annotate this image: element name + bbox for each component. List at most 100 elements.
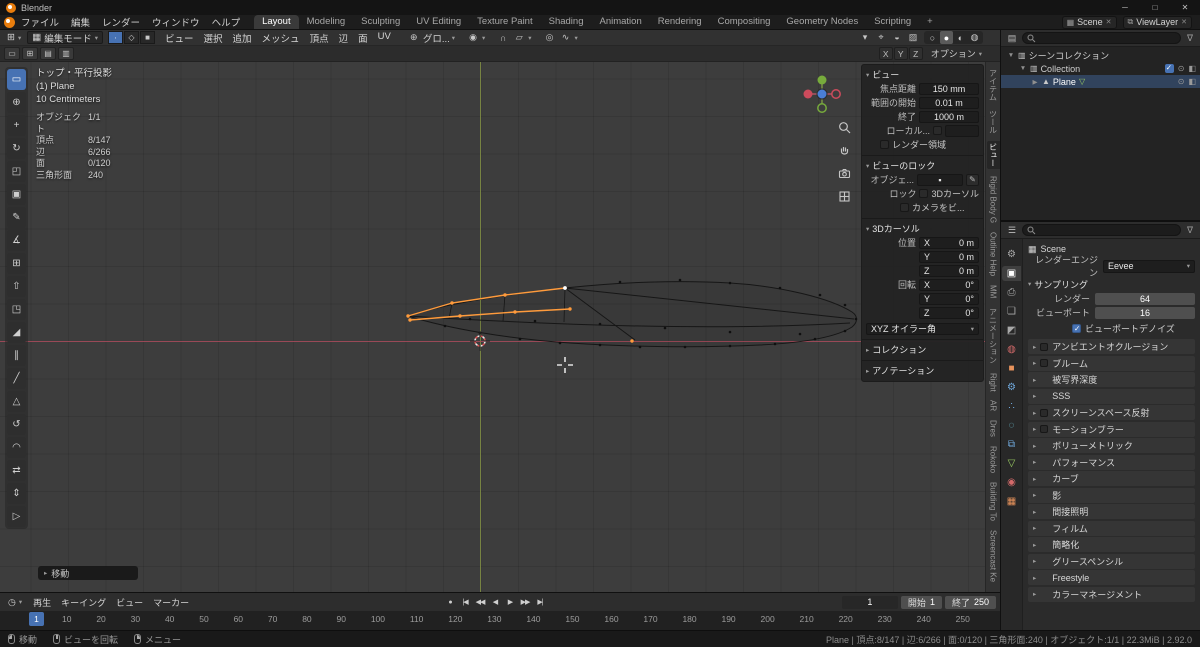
jump-to-end-button[interactable]: ▶| xyxy=(533,596,547,609)
filter-icon[interactable]: ∇ xyxy=(1184,33,1196,44)
face-select-mode[interactable]: ■ xyxy=(140,31,155,44)
proportional-edit-icon[interactable]: ◎ xyxy=(543,32,557,43)
disclosure-icon[interactable]: ▶ xyxy=(1031,78,1039,86)
sidebar-tab[interactable]: ツール xyxy=(987,108,1000,136)
extrude-tool[interactable]: ⇧ xyxy=(7,276,26,297)
outliner-row[interactable]: ▼ ▥ シーンコレクション ⊙ ◧ xyxy=(1001,49,1200,62)
disclosure-icon[interactable]: ▼ xyxy=(1007,52,1015,59)
snap-option[interactable]: ▤ xyxy=(40,47,56,60)
scene-tab[interactable]: ◩ xyxy=(1002,323,1021,338)
prev-keyframe-button[interactable]: ◀◀ xyxy=(473,596,487,609)
rotate-tool[interactable]: ↻ xyxy=(7,138,26,159)
cursor-x-field[interactable]: X0 m xyxy=(919,236,979,249)
properties-search-input[interactable] xyxy=(1022,224,1181,236)
collapsed-property-section[interactable]: ▸ カラーマネージメント xyxy=(1028,586,1195,602)
knife-tool[interactable]: ╱ xyxy=(7,368,26,389)
sidebar-tab[interactable]: AR xyxy=(988,398,999,413)
output-tab[interactable]: ⎙ xyxy=(1002,285,1021,300)
collapsed-property-section[interactable]: ▸ カーブ xyxy=(1028,471,1195,486)
viewport-menu-item[interactable]: 追加 xyxy=(228,31,257,45)
workspace-tab[interactable]: Animation xyxy=(591,15,649,29)
falloff-icon[interactable]: ∿ xyxy=(559,32,573,43)
collapsed-property-section[interactable]: ▸ アンビエントオクルージョン xyxy=(1028,339,1195,354)
workspace-tab[interactable]: Compositing xyxy=(710,15,779,29)
collapsed-property-section[interactable]: ▸ 間接照明 xyxy=(1028,504,1195,519)
sidebar-tab[interactable]: ビュー xyxy=(986,141,1000,169)
workspace-tab[interactable]: Scripting xyxy=(866,15,919,29)
rip-region-tool[interactable]: ▷ xyxy=(7,506,26,527)
view-layer-unlink-icon[interactable]: ✕ xyxy=(1181,18,1187,26)
modifiers-tab[interactable]: ⚙ xyxy=(1002,380,1021,395)
collapsed-property-section[interactable]: ▸ 影 xyxy=(1028,487,1195,503)
operator-panel[interactable]: ▸ 移動 xyxy=(38,566,138,580)
spin-tool[interactable]: ↺ xyxy=(7,414,26,435)
sidebar-tab[interactable]: アイテム xyxy=(987,67,1000,103)
bevel-tool[interactable]: ◢ xyxy=(7,322,26,343)
edge-slide-tool[interactable]: ⇄ xyxy=(7,460,26,481)
next-keyframe-button[interactable]: ▶▶ xyxy=(518,596,532,609)
menu-item[interactable]: ウィンドウ xyxy=(146,15,206,29)
local-camera-checkbox[interactable] xyxy=(933,126,942,135)
viewport-menu-item[interactable]: メッシュ xyxy=(257,31,305,45)
scale-tool[interactable]: ◰ xyxy=(7,161,26,182)
timeline-menu-item[interactable]: 再生 xyxy=(28,596,56,609)
object-field[interactable]: ▪ xyxy=(917,173,963,186)
number-field[interactable]: 150 mm xyxy=(919,82,979,95)
outliner-row[interactable]: ▶ ▲ Plane ▽ ⊙ ◧ xyxy=(1001,75,1200,88)
tool-tab[interactable]: ⚙ xyxy=(1002,247,1021,262)
menu-item[interactable]: ヘルプ xyxy=(206,15,247,29)
viewport-menu-item[interactable]: 面 xyxy=(353,31,373,45)
workspace-tab[interactable]: Rendering xyxy=(650,15,710,29)
pan-hand-icon[interactable] xyxy=(837,143,852,158)
sidebar-tab[interactable]: Outline Help xyxy=(988,230,999,278)
mirror-axis-toggle[interactable]: Z xyxy=(908,47,923,60)
outliner-search-input[interactable] xyxy=(1022,32,1181,44)
active-tool-option[interactable]: ⊞ xyxy=(22,47,38,60)
options-dropdown[interactable]: オプション ▾ xyxy=(931,47,982,60)
tweak-option[interactable]: ▭ xyxy=(4,47,20,60)
render-region-checkbox[interactable] xyxy=(880,140,889,149)
sidebar-tab[interactable]: アニメーション xyxy=(987,306,1000,366)
timeline-menu-item[interactable]: キーイング xyxy=(56,596,111,609)
filter-icon[interactable]: ∇ xyxy=(1184,225,1196,236)
vertex-select-mode[interactable]: ∙ xyxy=(108,31,123,44)
workspace-tab[interactable]: UV Editing xyxy=(408,15,469,29)
scene-selector[interactable]: ▦ Scene ✕ xyxy=(1061,15,1117,29)
sampling-section-header[interactable]: ▾ サンプリング xyxy=(1028,277,1195,291)
number-field[interactable]: 16 xyxy=(1095,306,1195,319)
collapsed-property-section[interactable]: ▸ パフォーマンス xyxy=(1028,454,1195,470)
object-tab[interactable]: ■ xyxy=(1002,361,1021,376)
workspace-tab[interactable]: Geometry Nodes xyxy=(778,15,866,29)
object-type-visibility-dropdown[interactable]: ▾ xyxy=(858,32,872,43)
auto-key-toggle[interactable]: ● xyxy=(443,596,457,609)
move-tool[interactable]: + xyxy=(7,115,26,136)
eyedropper-icon[interactable]: ✎ xyxy=(966,173,979,186)
timeline-editor-button[interactable]: ◷ ▾ xyxy=(4,596,26,609)
number-field[interactable]: 64 xyxy=(1095,292,1195,305)
sidebar-tab[interactable]: Rokoko xyxy=(988,444,999,475)
collapsed-property-section[interactable]: ▸ グリースペンシル xyxy=(1028,553,1195,569)
play-reverse-button[interactable]: ◀ xyxy=(488,596,502,609)
3d-viewport[interactable]: ▭ ⊕ + ↻ ◰ ▣ ✎ ∡ ⊞ ⇧ ◳ ◢ ∥ ╱ △ ↺ ◠ ⇄ ⇕ ▷ トップ・平行投影 (1) Plane 10… xyxy=(0,62,1000,592)
menu-item[interactable]: 編集 xyxy=(65,15,96,29)
collapsed-property-section[interactable]: ▸ スクリーンスペース反射 xyxy=(1028,405,1195,420)
snap-target-icon[interactable]: ▱ xyxy=(512,32,526,43)
workspace-tab[interactable]: Sculpting xyxy=(353,15,408,29)
camera-disable-icon[interactable]: ◧ xyxy=(1188,64,1196,73)
section-header[interactable]: ▾ ビューのロック xyxy=(866,159,979,172)
playhead[interactable]: 1 xyxy=(29,612,44,626)
denoise-checkbox[interactable] xyxy=(1072,324,1081,333)
menu-item[interactable]: ファイル xyxy=(15,15,65,29)
rendered-shading[interactable]: ◍ xyxy=(968,31,981,44)
minimize-button[interactable]: ─ xyxy=(1110,0,1140,15)
collapsed-property-section[interactable]: ▸ SSS xyxy=(1028,388,1195,404)
measure-tool[interactable]: ∡ xyxy=(7,230,26,251)
play-button[interactable]: ▶ xyxy=(503,596,517,609)
current-frame-field[interactable]: 1 xyxy=(841,595,898,609)
sidebar-tab[interactable]: Rigid Body G xyxy=(988,174,999,225)
view-layer-tab[interactable]: ❏ xyxy=(1002,304,1021,319)
number-field[interactable]: 0.01 m xyxy=(919,96,979,109)
section-enable-checkbox[interactable] xyxy=(1040,408,1049,417)
object-data-tab[interactable]: ▽ xyxy=(1002,456,1021,471)
engine-dropdown[interactable]: Eevee ▾ xyxy=(1103,259,1195,273)
